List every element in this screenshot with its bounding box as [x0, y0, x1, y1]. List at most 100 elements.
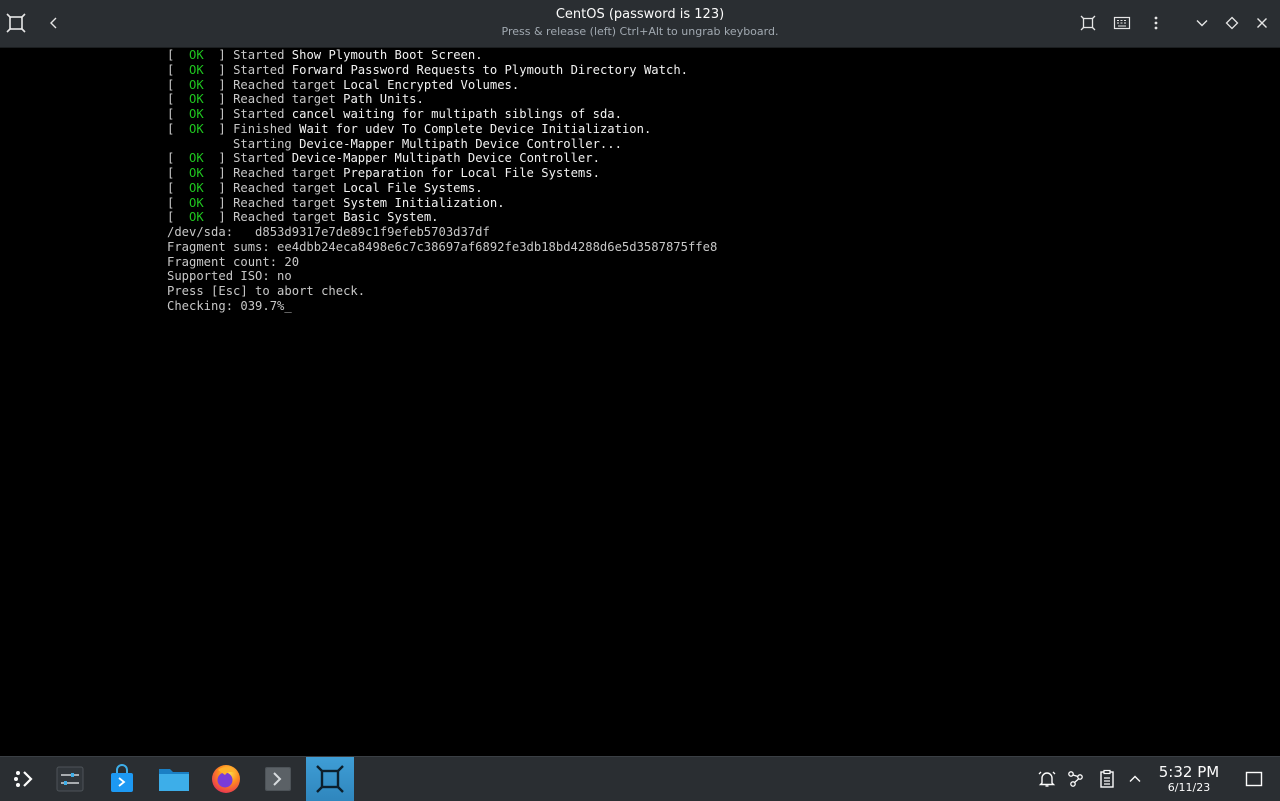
- fit-screen-icon: [1080, 15, 1096, 31]
- status-bracket: ]: [203, 180, 234, 195]
- konsole-button[interactable]: [254, 757, 302, 801]
- checkisomd5-line: /dev/sda: d853d9317e7de89c1f9efeb5703d37…: [167, 225, 490, 239]
- log-verb: Reached target: [233, 195, 344, 210]
- status-bracket: ]: [203, 92, 234, 107]
- log-verb: Reached target: [233, 210, 344, 225]
- dolphin-files-button[interactable]: [150, 757, 198, 801]
- application-launcher-button[interactable]: [0, 757, 48, 801]
- vm-frame-icon: [316, 765, 344, 793]
- boot-log-line: [ OK ] Reached target Local Encrypted Vo…: [167, 78, 717, 93]
- log-verb: Reached target: [233, 166, 344, 180]
- fit-screen-button[interactable]: [1073, 8, 1103, 38]
- status-bracket: [: [167, 121, 190, 136]
- window-title-area: CentOS (password is 123) Press & release…: [340, 6, 940, 39]
- boot-log-line: Starting Device-Mapper Multipath Device …: [167, 137, 717, 152]
- boot-log-line: [ OK ] Started Forward Password Requests…: [167, 63, 717, 78]
- text-cursor: _: [284, 298, 292, 313]
- boot-log-line: [ OK ] Reached target Preparation for Lo…: [167, 166, 717, 181]
- clock-date: 6/11/23: [1167, 781, 1211, 794]
- status-bracket: ]: [203, 166, 234, 180]
- log-verb: Finished: [233, 121, 300, 136]
- status-bracket: [: [167, 195, 190, 210]
- log-text: Wait for udev To Complete Device Initial…: [299, 121, 652, 136]
- log-text: System Initialization.: [343, 195, 505, 210]
- system-settings-button[interactable]: [46, 757, 94, 801]
- boot-log-line: [ OK ] Started Show Plymouth Boot Screen…: [167, 48, 717, 63]
- boot-log-line: [ OK ] Started cancel waiting for multip…: [167, 107, 717, 122]
- status-bracket: ]: [203, 48, 234, 62]
- clipboard-icon[interactable]: [1095, 767, 1119, 791]
- status-ok: OK: [189, 77, 204, 92]
- log-text: Device-Mapper Multipath Device Controlle…: [291, 151, 600, 166]
- folder-icon: [159, 769, 189, 791]
- log-text: cancel waiting for multipath siblings of…: [291, 107, 622, 121]
- status-bracket: [: [167, 48, 190, 62]
- checkisomd5-line: Press [Esc] to abort check.: [167, 284, 366, 298]
- status-ok: OK: [189, 107, 204, 121]
- status-bracket: ]: [203, 77, 234, 92]
- log-verb: Reached target: [233, 180, 344, 195]
- status-ok: OK: [189, 180, 204, 195]
- log-text: Local Encrypted Volumes.: [343, 77, 520, 92]
- log-verb: Started: [233, 62, 292, 77]
- check-progress-text: Checking: 039.7%: [167, 298, 285, 313]
- boxes-vm-button[interactable]: [306, 757, 354, 801]
- firefox-button[interactable]: [202, 757, 250, 801]
- checkisomd5-line: Supported ISO: no: [167, 269, 292, 284]
- log-text: Path Units.: [343, 92, 424, 107]
- log-text: Local File Systems.: [343, 180, 483, 195]
- status-ok: OK: [189, 210, 204, 225]
- boot-log-line: [ OK ] Reached target System Initializat…: [167, 196, 717, 211]
- log-text: Show Plymouth Boot Screen.: [291, 48, 483, 62]
- show-desktop-icon[interactable]: [1242, 767, 1266, 791]
- keyboard-icon: [1113, 16, 1131, 30]
- log-text: Preparation for Local File Systems.: [343, 166, 600, 180]
- log-text: Basic System.: [343, 210, 439, 225]
- status-bracket: ]: [203, 151, 234, 166]
- status-bracket: [: [167, 77, 190, 92]
- check-progress-line: Checking: 039.7%_: [167, 299, 717, 314]
- status-ok: OK: [189, 166, 204, 180]
- boot-log-line: [ OK ] Started Device-Mapper Multipath D…: [167, 151, 717, 166]
- kebab-menu-icon: [1154, 16, 1158, 30]
- log-verb: Started: [233, 107, 292, 121]
- taskbar: 5:32 PM 6/11/23: [0, 756, 1280, 801]
- status-bracket: [: [167, 62, 190, 77]
- app-switcher-icon[interactable]: [1, 8, 31, 38]
- keep-above-button[interactable]: [1217, 8, 1247, 38]
- boot-log-line: [ OK ] Finished Wait for udev To Complet…: [167, 122, 717, 137]
- boot-log-line: [ OK ] Reached target Basic System.: [167, 210, 717, 225]
- status-bracket: ]: [203, 210, 234, 225]
- network-icon[interactable]: [1064, 767, 1088, 791]
- boot-log-line: [ OK ] Reached target Local File Systems…: [167, 181, 717, 196]
- status-bracket: ]: [203, 121, 234, 136]
- status-ok: OK: [189, 92, 204, 107]
- vm-console-screen[interactable]: [ OK ] Started Show Plymouth Boot Screen…: [0, 48, 1280, 756]
- status-bracket: ]: [203, 107, 234, 121]
- discover-store-button[interactable]: [98, 757, 146, 801]
- back-button[interactable]: [39, 8, 69, 38]
- keyboard-button[interactable]: [1107, 8, 1137, 38]
- log-verb: Reached target: [233, 77, 344, 92]
- close-button[interactable]: [1247, 8, 1277, 38]
- status-bracket: ]: [203, 62, 234, 77]
- launcher-icon: [14, 771, 33, 787]
- status-bracket: [: [167, 210, 190, 225]
- menu-button[interactable]: [1141, 8, 1171, 38]
- log-verb: Started: [233, 151, 292, 166]
- boot-log-line: [ OK ] Reached target Path Units.: [167, 92, 717, 107]
- status-ok: OK: [189, 151, 204, 166]
- log-text: Forward Password Requests to Plymouth Di…: [291, 62, 688, 77]
- log-text: Device-Mapper Multipath Device Controlle…: [299, 136, 622, 151]
- log-verb: Starting: [233, 136, 300, 151]
- status-bracket: ]: [203, 195, 234, 210]
- checkisomd5-line: Fragment count: 20: [167, 254, 300, 269]
- status-ok: OK: [189, 48, 204, 62]
- expand-tray-icon[interactable]: [1123, 767, 1147, 791]
- minimize-button[interactable]: [1187, 8, 1217, 38]
- notifications-icon[interactable]: [1035, 767, 1059, 791]
- chevron-left-icon: [50, 17, 57, 29]
- diamond-icon: [1225, 16, 1239, 30]
- status-bracket: [: [167, 92, 190, 107]
- digital-clock[interactable]: 5:32 PM 6/11/23: [1150, 763, 1228, 795]
